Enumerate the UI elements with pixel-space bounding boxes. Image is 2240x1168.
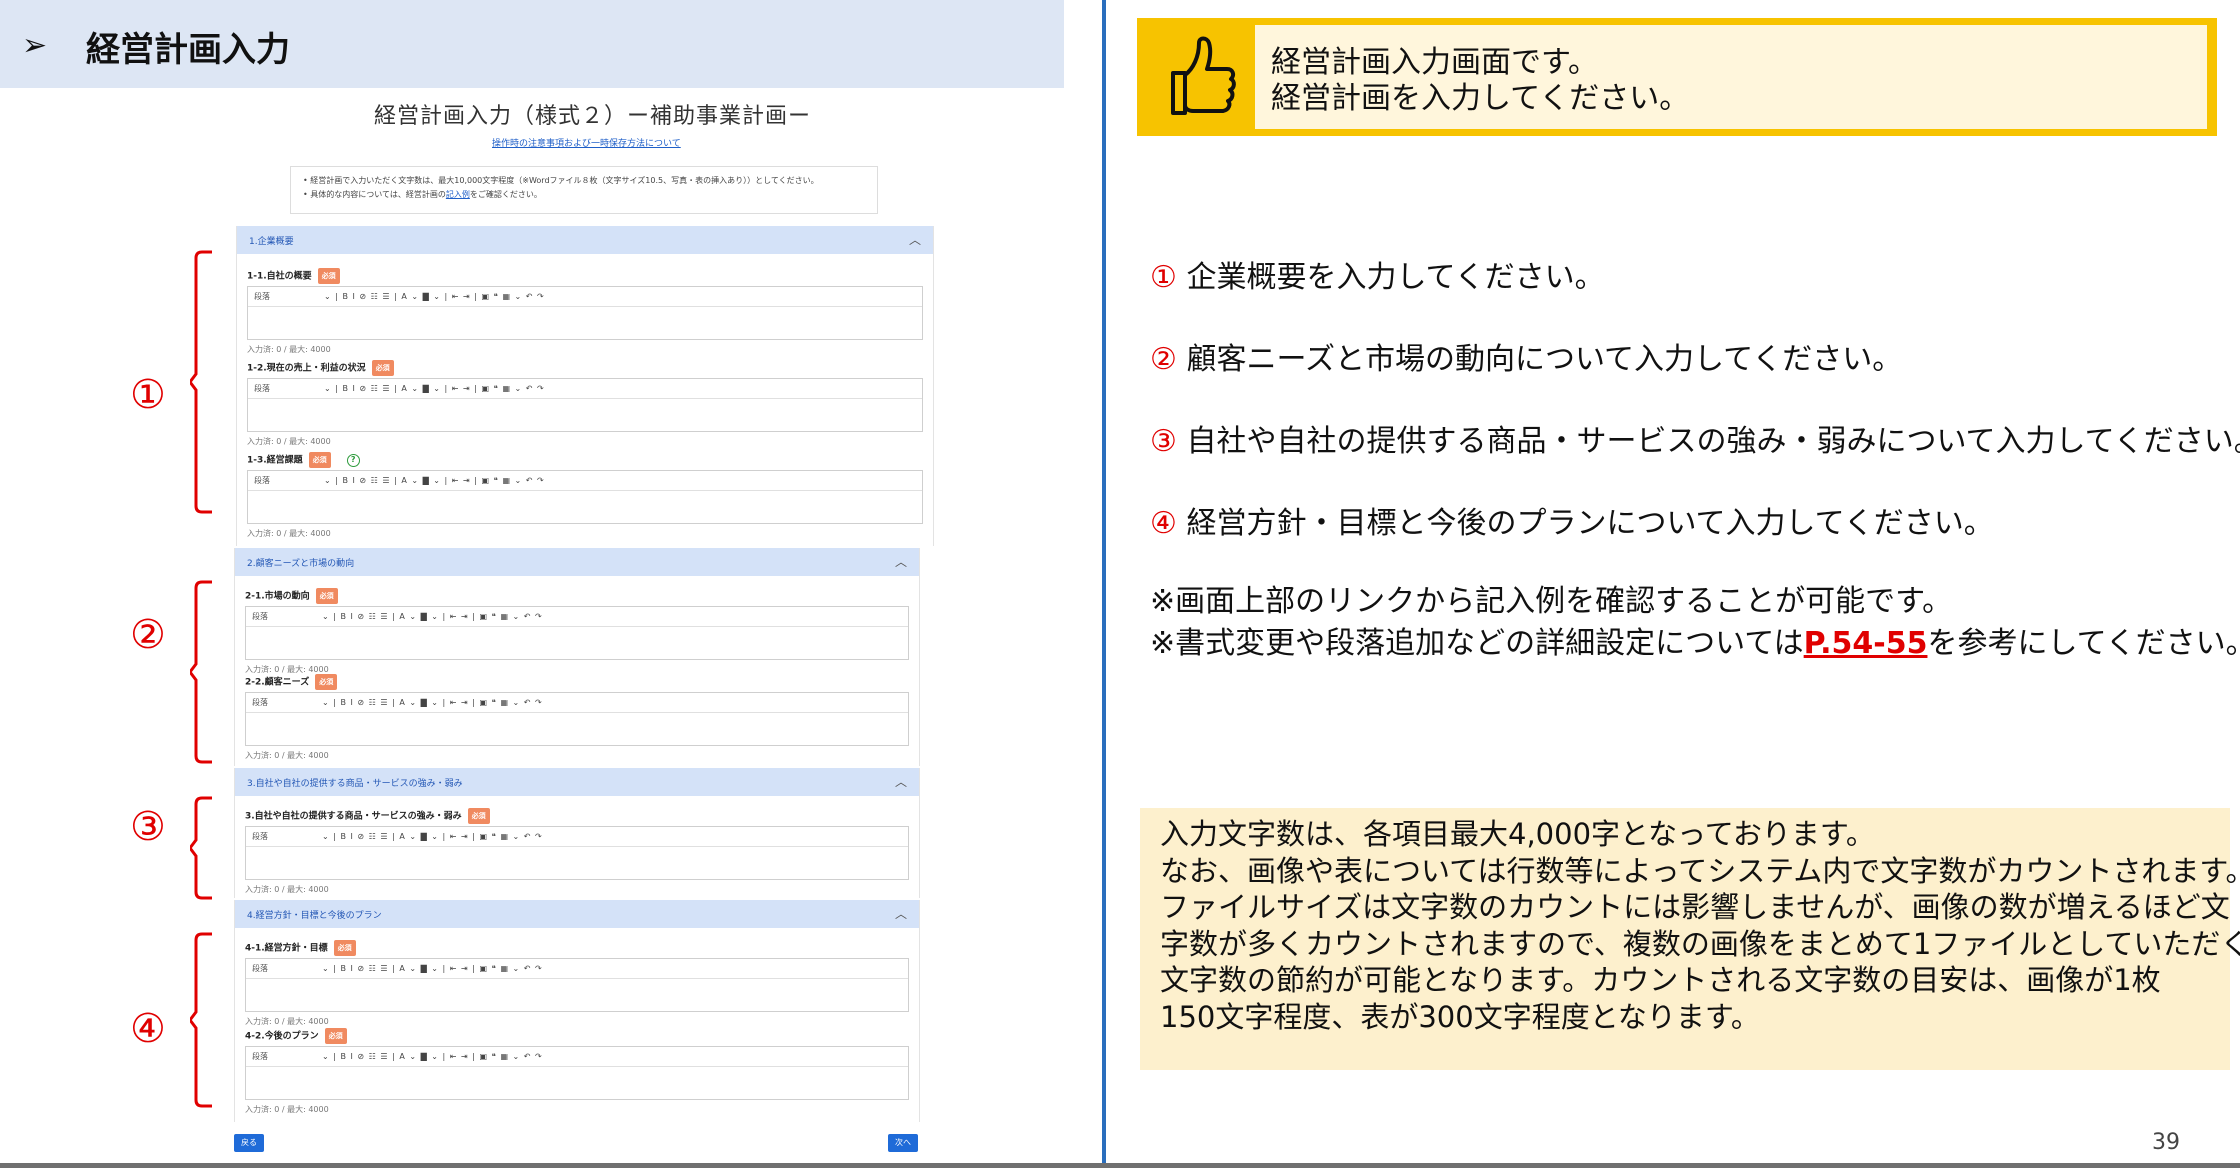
rich-text-editor[interactable]: 段落 ⌄ | B I ⊘ ☷ ☰ | A ⌄ ▇ ⌄ | ⇤ ⇥ | ▣ ❝ ▦ … — [245, 958, 909, 1012]
editor-toolbar[interactable]: 段落 ⌄ | B I ⊘ ☷ ☰ | A ⌄ ▇ ⌄ | ⇤ ⇥ | ▣ ❝ ▦ … — [246, 827, 908, 847]
instruction-item-3: ③ 自社や自社の提供する商品・サービスの強み・弱みについて入力してください。 — [1150, 424, 2240, 459]
note-line-1: ※画面上部のリンクから記入例を確認することが可能です。 — [1150, 584, 1953, 619]
slide-title: 経営計画入力 — [86, 30, 290, 70]
bracket-1 — [190, 250, 212, 514]
notice-box: • 経営計画で入力いただく文字数は、最大10,000文字程度（※Wordファイル… — [290, 166, 878, 214]
info-line: 文字数の節約が可能となります。カウントされる文字数の目安は、画像が1枚 — [1160, 963, 2161, 997]
info-line: ファイルサイズは文字数のカウントには影響しませんが、画像の数が増えるほど文 — [1160, 890, 2230, 924]
form-title: 経営計画入力（様式２）ー補助事業計画ー — [374, 104, 812, 129]
marker-2: ② — [130, 612, 166, 658]
marker-1: ① — [130, 372, 166, 418]
instruction-item-2: ② 顧客ニーズと市場の動向について入力してください。 — [1150, 342, 1903, 377]
info-box: 入力文字数は、各項目最大4,000字となっております。 なお、画像や表については… — [1140, 808, 2240, 1070]
required-badge: 必須 — [467, 808, 490, 824]
instruction-item-1: ① 企業概要を入力してください。 — [1150, 260, 1605, 295]
info-line: 入力文字数は、各項目最大4,000字となっております。 — [1160, 817, 1875, 851]
required-badge: 必須 — [308, 452, 331, 468]
bottom-rule — [0, 1163, 2240, 1168]
editor-toolbar[interactable]: 段落 ⌄ | B I ⊘ ☷ ☰ | A ⌄ ▇ ⌄ | ⇤ ⇥ | ▣ ❝ ▦ … — [246, 959, 908, 979]
collapse-chevron-icon[interactable]: ︿ — [895, 553, 907, 570]
tip-line-2: 経営計画を入力してください。 — [1271, 81, 1690, 116]
operation-notes-link[interactable]: 操作時の注意事項および一時保存方法について — [492, 136, 681, 149]
field-4-2: 4-2.今後のプラン 必須 段落 ⌄ | B I ⊘ ☷ ☰ | A ⌄ ▇ ⌄ |… — [245, 1028, 909, 1115]
char-counter: 入力済: 0 / 最大: 4000 — [247, 529, 331, 538]
required-badge: 必須 — [317, 268, 340, 284]
marker-3: ③ — [130, 804, 166, 850]
info-line: なお、画像や表については行数等によってシステム内で文字数がカウントされます。 — [1160, 853, 2240, 888]
vertical-divider — [1102, 0, 1106, 1168]
field-3: 3.自社や自社の提供する商品・サービスの強み・弱み 必須 段落 ⌄ | B I ⊘ … — [245, 808, 909, 895]
field-1-3: 1-3.経営課題 必須? 段落 ⌄ | B I ⊘ ☷ ☰ | A ⌄ ▇ ⌄ | … — [247, 452, 923, 539]
tip-line-1: 経営計画入力画面です。 — [1271, 45, 1598, 80]
editor-toolbar[interactable]: 段落 ⌄ | B I ⊘ ☷ ☰ | A ⌄ ▇ ⌄ | ⇤ ⇥ | ▣ ❝ ▦ … — [246, 693, 908, 713]
char-counter: 入力済: 0 / 最大: 4000 — [247, 437, 331, 446]
section-header[interactable]: 1.企業概要 ︿ — [237, 226, 933, 254]
section-strengths-weaknesses: 3.自社や自社の提供する商品・サービスの強み・弱み ︿ 3.自社や自社の提供する… — [234, 768, 920, 898]
thumbs-up-icon — [1171, 36, 1236, 115]
field-4-1: 4-1.経営方針・目標 必須 段落 ⌄ | B I ⊘ ☷ ☰ | A ⌄ ▇ ⌄ … — [245, 940, 909, 1027]
char-counter: 入力済: 0 / 最大: 4000 — [245, 885, 329, 894]
section-label: 1.企業概要 — [249, 237, 294, 247]
tip-box: 経営計画入力画面です。 経営計画を入力してください。 — [1137, 18, 2217, 136]
rich-text-editor[interactable]: 段落 ⌄ | B I ⊘ ☷ ☰ | A ⌄ ▇ ⌄ | ⇤ ⇥ | ▣ ❝ ▦ … — [245, 692, 909, 746]
char-counter: 入力済: 0 / 最大: 4000 — [247, 345, 331, 354]
collapse-chevron-icon[interactable]: ︿ — [895, 773, 907, 790]
char-counter: 入力済: 0 / 最大: 4000 — [245, 1017, 329, 1026]
section-header[interactable]: 2.顧客ニーズと市場の動向 ︿ — [235, 548, 919, 576]
required-badge: 必須 — [315, 588, 338, 604]
section-label: 3.自社や自社の提供する商品・サービスの強み・弱み — [247, 779, 463, 789]
section-management-plan: 4.経営方針・目標と今後のプラン ︿ 4-1.経営方針・目標 必須 段落 ⌄ | B… — [234, 900, 920, 1122]
rich-text-editor[interactable]: 段落 ⌄ | B I ⊘ ☷ ☰ | A ⌄ ▇ ⌄ | ⇤ ⇥ | ▣ ❝ ▦ … — [247, 286, 923, 340]
required-badge: 必須 — [324, 1028, 347, 1044]
char-counter: 入力済: 0 / 最大: 4000 — [245, 751, 329, 760]
bracket-4 — [190, 932, 212, 1108]
section-label: 2.顧客ニーズと市場の動向 — [247, 559, 355, 569]
editor-toolbar[interactable]: 段落 ⌄ | B I ⊘ ☷ ☰ | A ⌄ ▇ ⌄ | ⇤ ⇥ | ▣ ❝ ▦ … — [248, 287, 922, 307]
section-header[interactable]: 4.経営方針・目標と今後のプラン ︿ — [235, 900, 919, 928]
rich-text-editor[interactable]: 段落 ⌄ | B I ⊘ ☷ ☰ | A ⌄ ▇ ⌄ | ⇤ ⇥ | ▣ ❝ ▦ … — [245, 1046, 909, 1100]
page-number: 39 — [2152, 1130, 2180, 1155]
bracket-3 — [190, 796, 212, 900]
field-2-1: 2-1.市場の動向 必須 段落 ⌄ | B I ⊘ ☷ ☰ | A ⌄ ▇ ⌄ | … — [245, 588, 909, 675]
page-reference-link[interactable]: P.54-55 — [1804, 626, 1928, 661]
marker-4: ④ — [130, 1006, 166, 1052]
tip-text: 経営計画入力画面です。 経営計画を入力してください。 — [1255, 25, 2207, 129]
editor-toolbar[interactable]: 段落 ⌄ | B I ⊘ ☷ ☰ | A ⌄ ▇ ⌄ | ⇤ ⇥ | ▣ ❝ ▦ … — [248, 471, 922, 491]
note-line-2: ※書式変更や段落追加などの詳細設定についてはP.54-55を参考にしてください。 — [1150, 626, 2240, 661]
rich-text-editor[interactable]: 段落 ⌄ | B I ⊘ ☷ ☰ | A ⌄ ▇ ⌄ | ⇤ ⇥ | ▣ ❝ ▦ … — [247, 470, 923, 524]
char-counter: 入力済: 0 / 最大: 4000 — [245, 1105, 329, 1114]
collapse-chevron-icon[interactable]: ︿ — [909, 231, 921, 248]
slide-header: ➢ 経営計画入力 — [0, 0, 1064, 88]
rich-text-editor[interactable]: 段落 ⌄ | B I ⊘ ☷ ☰ | A ⌄ ▇ ⌄ | ⇤ ⇥ | ▣ ❝ ▦ … — [245, 826, 909, 880]
bracket-2 — [190, 580, 212, 764]
rich-text-editor[interactable]: 段落 ⌄ | B I ⊘ ☷ ☰ | A ⌄ ▇ ⌄ | ⇤ ⇥ | ▣ ❝ ▦ … — [247, 378, 923, 432]
section-customer-needs: 2.顧客ニーズと市場の動向 ︿ 2-1.市場の動向 必須 段落 ⌄ | B I ⊘ … — [234, 548, 920, 766]
next-button[interactable]: 次へ — [888, 1134, 918, 1152]
required-badge: 必須 — [315, 674, 338, 690]
required-badge: 必須 — [371, 360, 394, 376]
notice-line-1: • 経営計画で入力いただく文字数は、最大10,000文字程度（※Wordファイル… — [303, 176, 819, 185]
section-company-overview: 1.企業概要 ︿ 1-1.自社の概要 必須 段落 ⌄ | B I ⊘ ☷ ☰ | A… — [236, 226, 934, 546]
help-icon[interactable]: ? — [346, 453, 360, 467]
notice-line-2: • 具体的な内容については、経営計画の記入例をご確認ください。 — [303, 190, 542, 199]
back-button[interactable]: 戻る — [234, 1134, 264, 1152]
section-label: 4.経営方針・目標と今後のプラン — [247, 911, 382, 921]
arrow-bullet-icon: ➢ — [22, 28, 48, 63]
collapse-chevron-icon[interactable]: ︿ — [895, 905, 907, 922]
info-line: 150文字程度、表が300文字程度となります。 — [1160, 999, 1760, 1034]
info-line: 字数が多くカウントされますので、複数の画像をまとめて1ファイルとしていただくと、 — [1160, 926, 2240, 961]
rich-text-editor[interactable]: 段落 ⌄ | B I ⊘ ☷ ☰ | A ⌄ ▇ ⌄ | ⇤ ⇥ | ▣ ❝ ▦ … — [245, 606, 909, 660]
section-header[interactable]: 3.自社や自社の提供する商品・サービスの強み・弱み ︿ — [235, 768, 919, 796]
field-1-2: 1-2.現在の売上・利益の状況 必須 段落 ⌄ | B I ⊘ ☷ ☰ | A ⌄ … — [247, 360, 923, 447]
editor-toolbar[interactable]: 段落 ⌄ | B I ⊘ ☷ ☰ | A ⌄ ▇ ⌄ | ⇤ ⇥ | ▣ ❝ ▦ … — [248, 379, 922, 399]
field-1-1: 1-1.自社の概要 必須 段落 ⌄ | B I ⊘ ☷ ☰ | A ⌄ ▇ ⌄ | … — [247, 268, 923, 355]
field-2-2: 2-2.顧客ニーズ 必須 段落 ⌄ | B I ⊘ ☷ ☰ | A ⌄ ▇ ⌄ | … — [245, 674, 909, 761]
instruction-item-4: ④ 経営方針・目標と今後のプランについて入力してください。 — [1150, 506, 1994, 541]
example-link[interactable]: 記入例 — [446, 190, 470, 199]
required-badge: 必須 — [333, 940, 356, 956]
editor-toolbar[interactable]: 段落 ⌄ | B I ⊘ ☷ ☰ | A ⌄ ▇ ⌄ | ⇤ ⇥ | ▣ ❝ ▦ … — [246, 1047, 908, 1067]
editor-toolbar[interactable]: 段落 ⌄ | B I ⊘ ☷ ☰ | A ⌄ ▇ ⌄ | ⇤ ⇥ | ▣ ❝ ▦ … — [246, 607, 908, 627]
